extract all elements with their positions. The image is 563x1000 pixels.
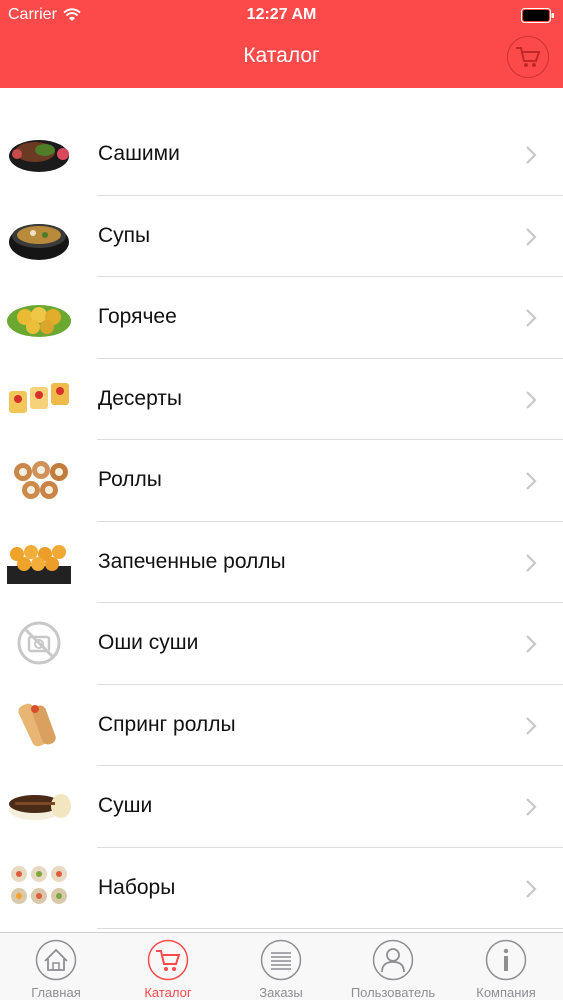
chevron-right-icon — [526, 227, 537, 246]
catalog-item-spring-rolls[interactable]: Спринг роллы — [0, 685, 563, 767]
user-icon — [372, 939, 414, 981]
catalog-item-soup[interactable]: Супы — [0, 196, 563, 278]
chevron-right-icon — [526, 635, 537, 653]
chevron-right-icon — [526, 798, 537, 816]
tab-label: Компания — [476, 985, 536, 1000]
catalog-item-sushi[interactable]: Суши — [0, 766, 563, 848]
info-icon — [485, 939, 527, 981]
catalog-item-label: Роллы — [98, 468, 162, 491]
chevron-right-icon — [526, 553, 537, 572]
status-bar: Carrier 12:27 AM — [0, 0, 563, 30]
catalog-item-baked-rolls[interactable]: Запеченные роллы — [0, 522, 563, 604]
home-icon — [35, 939, 77, 981]
tab-home[interactable]: Главная — [0, 933, 112, 1000]
catalog-item-sashimi[interactable]: Сашими — [0, 114, 563, 196]
tab-orders[interactable]: Заказы — [225, 933, 337, 1000]
catalog-item-dessert[interactable]: Десерты — [0, 359, 563, 441]
chevron-right-icon — [526, 309, 537, 327]
catalog-item-label: Десерты — [98, 386, 183, 410]
sets-thumbnail — [5, 857, 73, 918]
tab-label: Заказы — [259, 985, 303, 1000]
tab-label: Каталог — [144, 985, 192, 1000]
dessert-thumbnail — [5, 368, 73, 429]
tab-label: Главная — [31, 985, 81, 1000]
no-photo-icon — [5, 613, 73, 673]
spring-rolls-thumbnail — [5, 694, 73, 755]
tab-company[interactable]: Компания — [450, 933, 562, 1000]
list-icon — [260, 939, 302, 981]
chevron-right-icon — [526, 390, 537, 409]
catalog-item-hot[interactable]: Горячее — [0, 277, 563, 359]
no-photo-thumbnail — [5, 613, 73, 673]
catalog-item-label: Оши суши — [98, 631, 199, 654]
soup-thumbnail — [5, 205, 73, 266]
hot-thumbnail — [5, 287, 73, 347]
catalog-item-oshi-sushi[interactable]: Оши суши — [0, 603, 563, 685]
catalog-item-label: Суши — [98, 794, 153, 817]
catalog-item-label: Наборы — [98, 875, 176, 899]
tab-catalog[interactable]: Каталог — [112, 933, 224, 1000]
catalog-item-label: Сашими — [98, 142, 180, 165]
catalog-item-label: Спринг роллы — [98, 712, 236, 736]
baked-rolls-thumbnail — [5, 531, 73, 592]
battery-icon — [521, 8, 554, 23]
page-title: Каталог — [243, 44, 320, 67]
catalog-item-label: Запеченные роллы — [98, 549, 286, 573]
catalog-item-sets[interactable]: Наборы — [0, 848, 563, 930]
tab-bar: Главная Каталог Заказы Пользователь Комп… — [0, 932, 563, 1000]
tab-label: Пользователь — [350, 985, 436, 1000]
chevron-right-icon — [526, 146, 537, 164]
clock: 12:27 AM — [246, 6, 317, 23]
cart-icon — [147, 939, 189, 981]
catalog-item-rolls[interactable]: Роллы — [0, 440, 563, 522]
chevron-right-icon — [526, 716, 537, 735]
chevron-right-icon — [526, 879, 537, 898]
rolls-thumbnail — [5, 450, 73, 510]
sushi-thumbnail — [5, 776, 73, 836]
catalog-list: Сашими Супы Горячее Десерты Роллы Запече… — [0, 114, 563, 929]
chevron-right-icon — [526, 472, 537, 490]
catalog-item-label: Горячее — [98, 305, 177, 328]
sashimi-thumbnail — [5, 124, 73, 184]
nav-header: Carrier 12:27 AM Каталог — [0, 0, 563, 88]
cart-icon — [516, 47, 541, 67]
cart-button[interactable] — [507, 36, 549, 78]
catalog-item-label: Супы — [98, 223, 151, 247]
tab-user[interactable]: Пользователь — [337, 933, 449, 1000]
